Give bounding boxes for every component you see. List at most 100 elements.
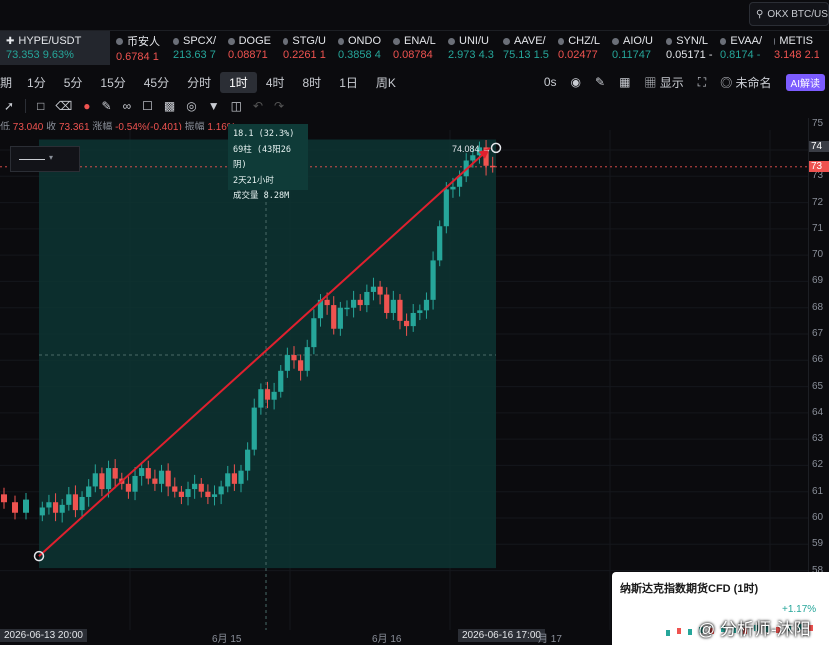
- divider: [25, 99, 27, 113]
- ticker-name: AAVE/: [514, 35, 546, 47]
- save-icon[interactable]: ▩: [164, 99, 175, 113]
- link-icon[interactable]: ∞: [123, 99, 132, 113]
- candle-body: [403, 320, 410, 327]
- interval-4时[interactable]: 4时: [257, 72, 294, 93]
- search-box[interactable]: ⚲ OKX BTC/USDT: [749, 2, 829, 26]
- candle-body: [192, 483, 198, 490]
- candle-body: [410, 312, 416, 327]
- ticker-name-row: CHZ/L: [558, 35, 600, 47]
- candlestick-chart[interactable]: 74.084 →: [0, 130, 808, 630]
- eye-icon[interactable]: ◎: [186, 99, 196, 113]
- candle-body: [417, 310, 423, 313]
- candle-body: [245, 449, 251, 471]
- ticker-item[interactable]: ONDO 0.3858 4: [332, 31, 387, 65]
- interval-分时[interactable]: 分时: [178, 72, 220, 93]
- eraser-icon[interactable]: ⌫: [55, 99, 72, 113]
- pencil-icon[interactable]: ✎: [595, 75, 605, 89]
- measure-duration: 2天21小时: [233, 175, 274, 186]
- price-axis-tick: 67: [812, 328, 824, 339]
- candle-body: [231, 473, 237, 484]
- ticker-price: 213.63 7: [173, 49, 216, 61]
- ticker-item[interactable]: SYN/L 0.05171 -: [660, 31, 714, 65]
- alert-icon[interactable]: ●: [83, 99, 90, 113]
- show-button[interactable]: ▦ 显示: [644, 74, 683, 91]
- interval-15分[interactable]: 15分: [91, 72, 134, 93]
- candle-body: [311, 318, 317, 348]
- candle-body: [284, 355, 290, 371]
- interval-cut[interactable]: 期: [0, 72, 18, 93]
- ticker-item[interactable]: 币安人 0.6784 1: [110, 31, 167, 65]
- ticker-item[interactable]: SPCX/213.63 7: [167, 31, 222, 65]
- ticker-item[interactable]: AIO/U 0.11747: [606, 31, 660, 65]
- measure-change: 18.1 (32.3%): [233, 129, 295, 139]
- interval-45分[interactable]: 45分: [135, 72, 178, 93]
- price-axis-tick: 71: [812, 222, 824, 234]
- ticker-item[interactable]: UNI/U 2.973 4.3: [442, 31, 497, 65]
- ticker-item[interactable]: STG/U 0.2261 1: [277, 31, 332, 65]
- ticker-name-row: 币安人: [116, 33, 161, 49]
- interval-1时[interactable]: 1时: [220, 71, 257, 93]
- mini-chart-panel[interactable]: 纳斯达克指数期货CFD (1时) +1.17% @ 分析师-沐阳: [612, 572, 829, 645]
- coin-icon: [503, 37, 510, 45]
- ticker-name: UNI/U: [459, 35, 489, 47]
- interval-5分[interactable]: 5分: [55, 72, 92, 93]
- coin-icon: [666, 37, 673, 45]
- ticker-item[interactable]: ENA/L 0.08784: [387, 31, 442, 65]
- fullscreen-icon[interactable]: ⛶: [698, 75, 706, 90]
- ticker-bar: ✚ HYPE/USDT 73.353 9.63% 币安人 0.6784 1 SPCX/…: [0, 31, 829, 65]
- coin-icon: [173, 37, 179, 45]
- time-axis-tick: 月 17: [538, 634, 562, 645]
- cursor-icon[interactable]: ➚: [4, 99, 14, 113]
- candle-body: [238, 470, 244, 484]
- trash-icon[interactable]: ◫: [231, 99, 242, 113]
- template-button[interactable]: ◎ 未命名: [720, 74, 771, 91]
- time-axis-start: 2026-06-13 20:00: [0, 629, 87, 642]
- candle-body: [490, 165, 496, 168]
- search-icon: ⚲: [756, 8, 764, 20]
- candle-body: [152, 478, 158, 484]
- ticker-main[interactable]: ✚ HYPE/USDT 73.353 9.63%: [0, 31, 110, 65]
- coin-icon: [393, 37, 400, 45]
- candle-body: [23, 499, 29, 513]
- filter-icon[interactable]: ▼: [208, 99, 220, 113]
- plus-icon[interactable]: ✚: [6, 36, 14, 47]
- candle-body: [390, 299, 396, 313]
- coin-icon: [283, 37, 289, 45]
- ticker-item[interactable]: METIS 3.148 2.1: [768, 31, 819, 65]
- measure-tooltip: 18.1 (32.3%) 69柱 (43阳26阴) 2天21小时 成交量 8.2…: [228, 124, 308, 201]
- candle-body: [1, 494, 7, 503]
- interval-1日[interactable]: 1日: [330, 72, 367, 93]
- candle-body: [344, 307, 350, 310]
- ticker-name-row: SPCX/: [173, 35, 216, 47]
- interval-1分[interactable]: 1分: [18, 72, 55, 93]
- ticker-item[interactable]: CHZ/L 0.02477: [552, 31, 606, 65]
- ticker-name-row: ENA/L: [393, 35, 436, 47]
- copy-icon[interactable]: □: [37, 99, 44, 113]
- interval-周K[interactable]: 周K: [367, 72, 405, 93]
- layout-icon[interactable]: ▦: [619, 75, 630, 89]
- interval-8时[interactable]: 8时: [294, 72, 331, 93]
- lock-icon[interactable]: ☐: [142, 99, 153, 113]
- undo-icon[interactable]: ↶: [253, 99, 263, 113]
- measure-volume: 成交量 8.28M: [233, 191, 290, 201]
- price-axis[interactable]: 7574737271706968676665646362616059587473: [808, 118, 829, 630]
- ticker-item[interactable]: AAVE/75.13 1.5: [497, 31, 552, 65]
- redo-icon[interactable]: ↷: [274, 99, 284, 113]
- candle-body: [52, 502, 59, 513]
- camera-icon[interactable]: ◉: [571, 75, 581, 89]
- candle-body: [178, 491, 184, 497]
- candle-body: [112, 468, 118, 479]
- price-axis-tick: 69: [812, 275, 824, 287]
- ticker-item[interactable]: EVAA/0.8174 -: [714, 31, 768, 65]
- candle-body: [264, 389, 271, 400]
- ai-button[interactable]: AI解读: [785, 73, 825, 91]
- brush-icon[interactable]: ✎: [102, 99, 112, 113]
- ticker-item[interactable]: DOGE 0.08871: [222, 31, 277, 65]
- line-style-selector[interactable]: ▾: [10, 146, 80, 172]
- ticker-price: 0.08784: [393, 49, 433, 61]
- price-axis-tick: 65: [812, 380, 824, 392]
- coin-icon: [338, 37, 344, 45]
- candle-body: [278, 370, 284, 392]
- price-axis-tick: 66: [812, 354, 824, 366]
- mini-candle: [677, 628, 681, 634]
